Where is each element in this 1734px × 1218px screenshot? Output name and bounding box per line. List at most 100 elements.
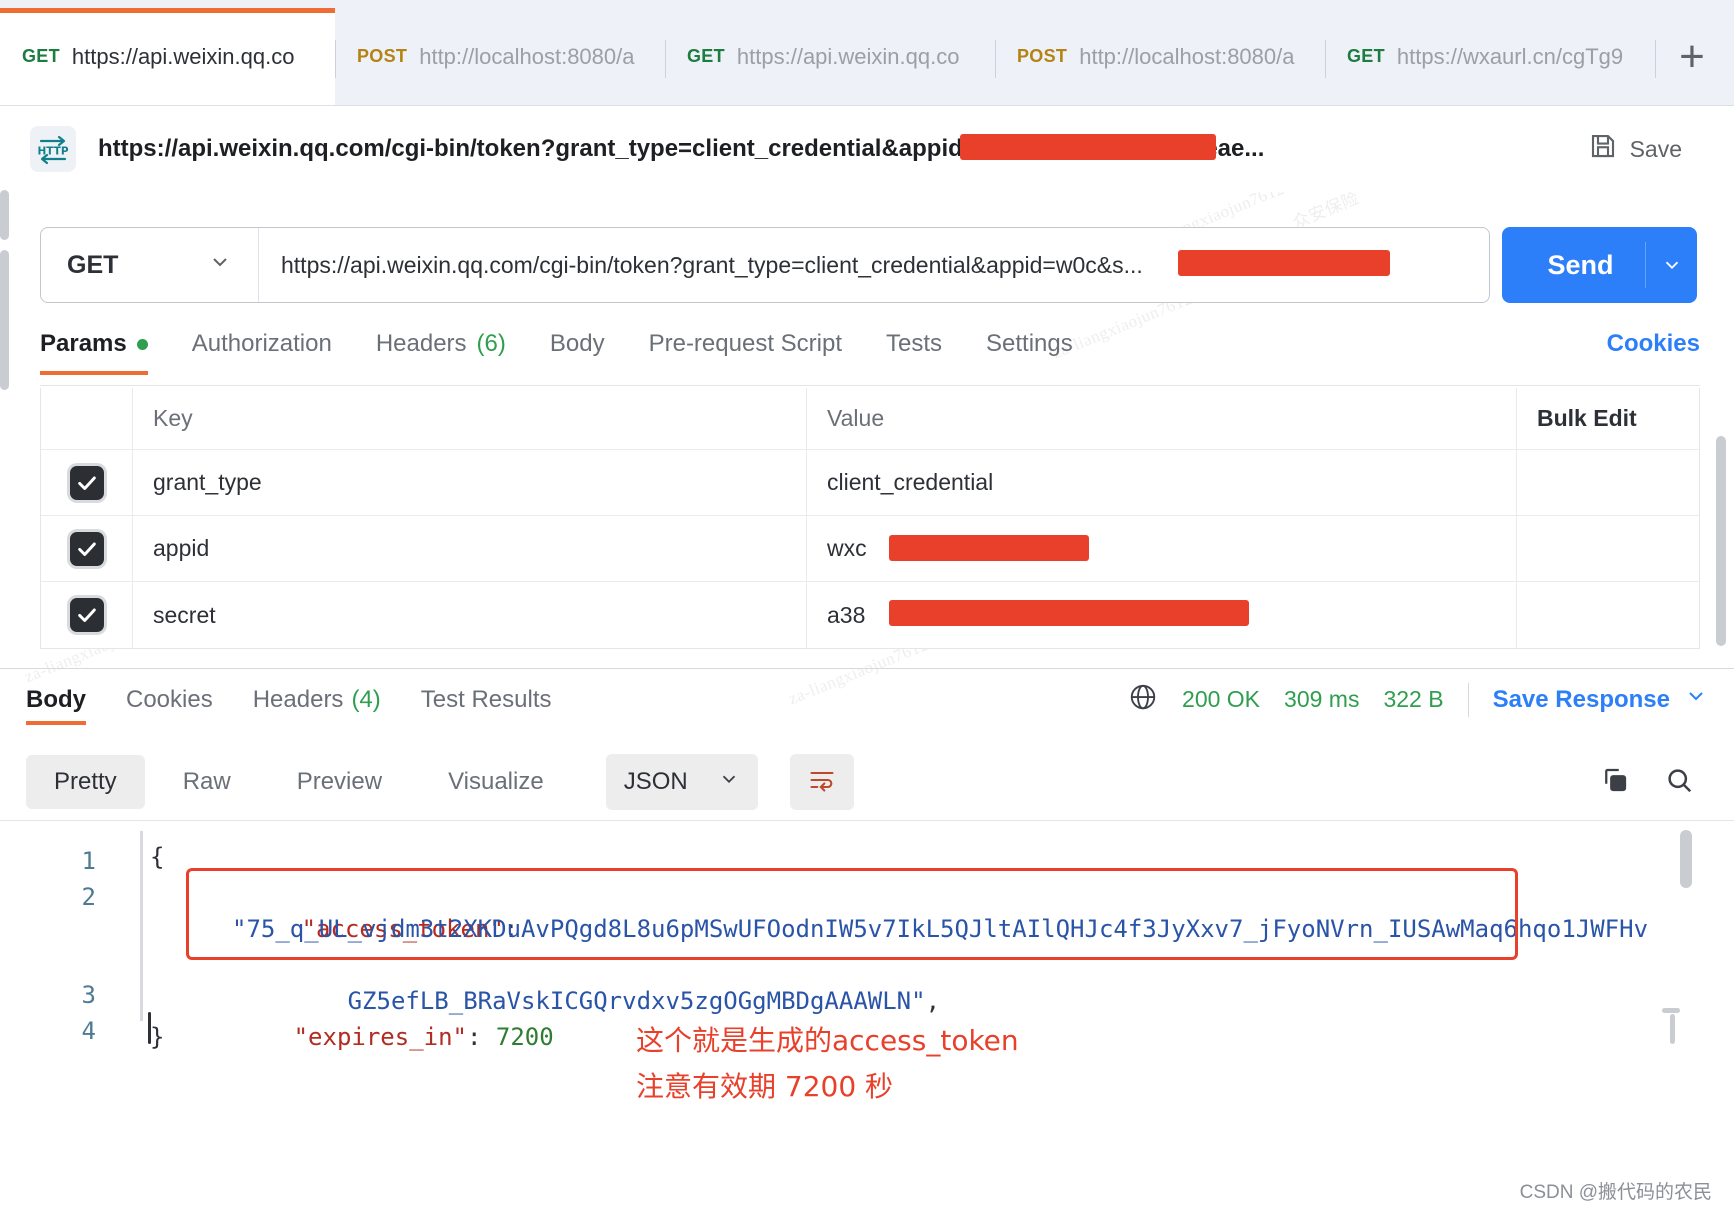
view-tab-raw[interactable]: Raw — [155, 755, 259, 809]
left-edge-scrollbar-top[interactable] — [0, 190, 9, 240]
request-tab-strip: GET https://api.weixin.qq.co POST http:/… — [0, 0, 1734, 106]
send-button[interactable]: Send — [1502, 227, 1697, 303]
row-actions-cell — [1517, 516, 1699, 581]
param-key-appid[interactable]: appid — [133, 516, 807, 581]
param-value-secret-text: a38 — [827, 601, 866, 628]
request-title-prefix: https://api.weixin.qq.com/cgi-bin/token?… — [98, 135, 1049, 162]
save-response-button[interactable]: Save Response — [1493, 684, 1708, 715]
tab-headers-count: (6) — [476, 330, 506, 357]
json-key-expires-in: "expires_in" — [293, 1023, 467, 1051]
tab-pre-request-script[interactable]: Pre-request Script — [627, 330, 864, 374]
save-request-label: Save — [1629, 135, 1682, 162]
request-tab-1[interactable]: POST http://localhost:8080/a — [335, 8, 665, 105]
code-line-4: } — [150, 1023, 165, 1051]
copy-icon[interactable] — [1600, 765, 1630, 800]
json-colon: : — [466, 1023, 482, 1051]
param-value-secret[interactable]: a38 — [807, 582, 1517, 648]
response-tab-body[interactable]: Body — [26, 669, 106, 731]
request-tab-4[interactable]: GET https://wxaurl.cn/cgTg9 — [1325, 8, 1655, 105]
send-label: Send — [1547, 249, 1614, 280]
param-key-grant-type[interactable]: grant_type — [133, 450, 807, 515]
cookies-link[interactable]: Cookies — [1607, 330, 1700, 358]
response-format-label: JSON — [623, 768, 688, 795]
tab-params[interactable]: Params — [40, 330, 170, 375]
response-tab-cookies[interactable]: Cookies — [106, 669, 233, 731]
response-viewer-toolbar: Pretty Raw Preview Visualize JSON — [0, 746, 1734, 818]
view-tab-visualize[interactable]: Visualize — [420, 755, 572, 809]
save-request-button[interactable]: Save — [1588, 131, 1704, 167]
line-number-gutter: 1 2 3 4 — [0, 821, 124, 1150]
view-tab-pretty[interactable]: Pretty — [26, 755, 145, 809]
param-value-appid-text: wxc — [827, 535, 867, 561]
checkbox-checked-icon — [69, 465, 104, 500]
response-tab-test-results[interactable]: Test Results — [401, 669, 572, 731]
http-method-select[interactable]: GET — [41, 228, 259, 302]
param-key-secret[interactable]: secret — [133, 582, 807, 648]
tab-body[interactable]: Body — [528, 330, 627, 374]
tab-headers-label: Headers — [375, 330, 467, 357]
response-section-tabs: Body Cookies Headers (4) Test Results 20… — [0, 668, 1734, 730]
code-horizontal-marker-2[interactable] — [1670, 1014, 1675, 1044]
response-tab-headers[interactable]: Headers (4) — [233, 669, 401, 731]
bulk-edit-button[interactable]: Bulk Edit — [1517, 388, 1699, 449]
table-row: grant_type client_credential — [41, 450, 1699, 516]
line-number: 4 — [81, 1017, 96, 1045]
wrap-lines-button[interactable] — [789, 754, 854, 810]
request-tab-3[interactable]: POST http://localhost:8080/a — [995, 8, 1325, 105]
param-checkbox-grant-type[interactable] — [41, 450, 133, 515]
row-actions-cell — [1517, 450, 1699, 515]
tab-method-label: POST — [357, 46, 408, 66]
tab-url-label: https://api.weixin.qq.co — [736, 43, 960, 69]
url-redaction-bar — [1178, 250, 1390, 276]
globe-icon — [1128, 682, 1158, 718]
tab-authorization[interactable]: Authorization — [170, 330, 354, 374]
title-redaction-bar — [960, 134, 1216, 160]
json-comma: , — [925, 987, 941, 1015]
line-number: 1 — [81, 847, 96, 875]
request-tab-2[interactable]: GET https://api.weixin.qq.co — [665, 8, 995, 105]
params-scrollbar-thumb[interactable] — [1716, 436, 1726, 646]
request-section-tabs: Params Authorization Headers (6) Body Pr… — [40, 330, 1700, 386]
view-tab-preview[interactable]: Preview — [269, 755, 410, 809]
chevron-down-icon — [1684, 684, 1708, 715]
line-number: 3 — [81, 981, 96, 1009]
send-options-chevron-icon[interactable] — [1645, 242, 1697, 288]
params-modified-dot-icon — [136, 338, 148, 350]
param-checkbox-appid[interactable] — [41, 516, 133, 581]
request-tab-0[interactable]: GET https://api.weixin.qq.co — [0, 8, 335, 105]
param-value-grant-type[interactable]: client_credential — [807, 450, 1517, 515]
tab-headers[interactable]: Headers (6) — [354, 330, 528, 374]
code-horizontal-marker[interactable] — [1662, 1008, 1680, 1013]
tab-method-label: POST — [1017, 46, 1068, 66]
params-table-header-row: Key Value Bulk Edit — [41, 388, 1699, 450]
code-vertical-scrollbar-thumb[interactable] — [1680, 830, 1692, 888]
url-text-prefix: https://api.weixin.qq.com/cgi-bin/token?… — [281, 251, 1073, 278]
table-row: appid wxc — [41, 516, 1699, 582]
param-value-appid[interactable]: wxc — [807, 516, 1517, 581]
save-response-label: Save Response — [1492, 685, 1670, 713]
response-tab-headers-label: Headers — [252, 685, 344, 713]
divider — [1467, 682, 1469, 717]
svg-text:HTTP: HTTP — [37, 146, 68, 158]
row-actions-cell — [1517, 582, 1699, 648]
tab-tests[interactable]: Tests — [864, 330, 964, 374]
param-checkbox-secret[interactable] — [41, 582, 133, 648]
chevron-down-icon — [208, 250, 232, 281]
request-title-row: HTTP https://api.weixin.qq.com/cgi-bin/t… — [0, 106, 1734, 192]
code-line-2-value-wrap-1: "75_q_UL_vjdm3t2XKDuAvPQgd8L8u6pMSwUFOod… — [232, 915, 1649, 943]
tab-settings[interactable]: Settings — [964, 330, 1095, 374]
response-format-select[interactable]: JSON — [605, 754, 758, 810]
new-tab-button[interactable]: + — [1655, 8, 1729, 105]
tab-method-label: GET — [687, 46, 725, 66]
tab-url-label: http://localhost:8080/a — [1079, 43, 1295, 69]
code-line-1: { — [150, 843, 165, 871]
tab-tests-label: Tests — [886, 330, 943, 357]
tab-settings-label: Settings — [986, 330, 1073, 357]
tab-pre-request-script-label: Pre-request Script — [648, 330, 842, 357]
search-icon[interactable] — [1664, 765, 1694, 800]
tab-url-label: https://api.weixin.qq.co — [71, 43, 295, 69]
plus-icon: + — [1679, 31, 1705, 81]
tab-params-label: Params — [40, 330, 127, 357]
left-edge-scrollbar-mid[interactable] — [0, 250, 9, 390]
code-caret-marker — [148, 1012, 151, 1044]
